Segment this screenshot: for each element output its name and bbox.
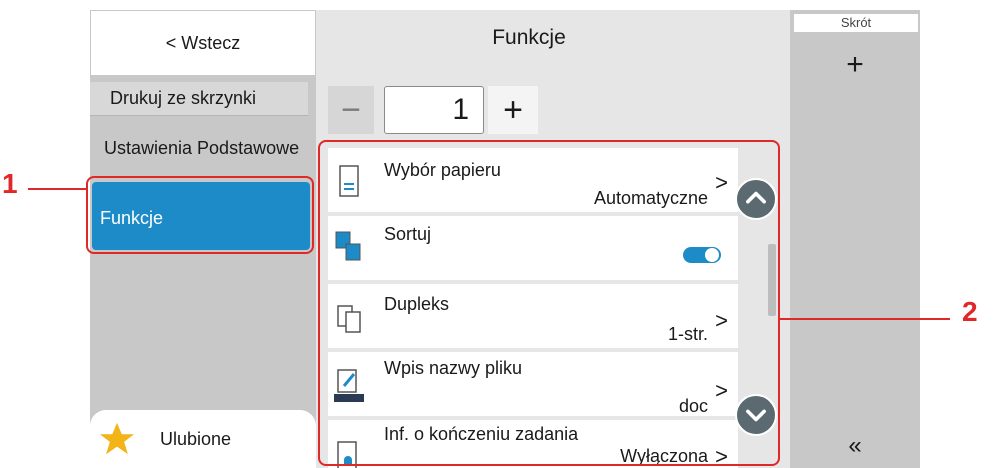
favorites-label: Ulubione	[160, 428, 232, 449]
menu-item-basic-settings[interactable]: Ustawienia Podstawowe	[104, 138, 304, 178]
callout-box-2	[318, 140, 780, 466]
star-icon	[99, 422, 135, 455]
callout-number-2: 2	[962, 296, 978, 327]
shortcut-label: Skrót	[794, 14, 918, 32]
callout-line-1	[28, 188, 86, 190]
favorites-button[interactable]: Ulubione	[90, 410, 316, 468]
callout-line-2	[780, 318, 950, 320]
page-title: Funkcje	[492, 26, 566, 49]
add-shortcut-button[interactable]: +	[790, 48, 920, 82]
decrease-copies-button[interactable]: −	[328, 86, 374, 134]
increase-copies-button[interactable]: +	[488, 86, 538, 134]
copies-input[interactable]: 1	[384, 86, 484, 134]
back-button[interactable]: < Wstecz	[90, 10, 316, 76]
callout-number-1: 1	[2, 168, 18, 199]
callout-box-1	[86, 176, 314, 254]
collapse-panel-button[interactable]: «	[790, 432, 920, 460]
box-title: Drukuj ze skrzynki	[90, 82, 308, 116]
